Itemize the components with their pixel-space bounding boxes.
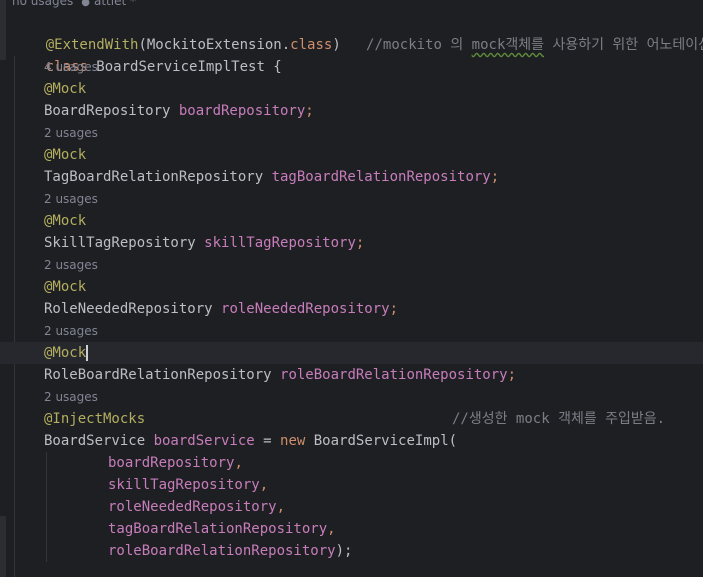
- code-line-field[interactable]: TagBoardRelationRepository tagBoardRelat…: [44, 166, 499, 188]
- comment-typo-highlight: mock객체를: [471, 37, 545, 53]
- code-line-mock[interactable]: @Mock: [44, 144, 86, 166]
- keyword-new: new: [280, 433, 306, 449]
- field-name: boardService: [153, 433, 255, 449]
- comment-inject: //생성한 mock 객체를 주입받음.: [452, 411, 666, 427]
- field-type: BoardRepository: [44, 103, 179, 119]
- gutter-strip-bottom: [0, 516, 6, 577]
- indent-guide: [14, 56, 15, 577]
- code-line-mock[interactable]: @Mock: [44, 78, 86, 100]
- field-type: RoleBoardRelationRepository: [44, 367, 281, 383]
- semicolon: ;: [389, 301, 399, 317]
- semicolon: ;: [507, 367, 517, 383]
- code-line-service-field[interactable]: BoardService boardService = new BoardSer…: [44, 430, 457, 452]
- annotation-injectmocks: @InjectMocks: [44, 411, 146, 427]
- assign-operator: =: [254, 433, 281, 449]
- code-line-inject-comment[interactable]: //생성한 mock 객체를 주입받음.: [452, 408, 665, 430]
- annotation-mock: @Mock: [44, 213, 87, 229]
- code-line-arg-last[interactable]: roleBoardRelationRepository);: [108, 540, 352, 562]
- field-type: RoleNeededRepository: [44, 301, 222, 317]
- usages-hint[interactable]: 2 usages: [44, 320, 98, 342]
- semicolon: ;: [490, 169, 500, 185]
- code-line-mock-current[interactable]: @Mock: [44, 342, 89, 364]
- semicolon: ;: [305, 103, 314, 119]
- arg-name: roleNeededRepository: [108, 499, 277, 515]
- usages-hint-top[interactable]: no usages ● attiet *: [12, 0, 136, 12]
- annotation-mock: @Mock: [44, 279, 87, 295]
- usages-count: no usages: [12, 0, 74, 8]
- field-type: SkillTagRepository: [44, 235, 205, 251]
- code-line-arg[interactable]: roleNeededRepository,: [108, 496, 285, 518]
- arg-separator: ,: [259, 477, 269, 493]
- keyword-class-literal: class: [290, 37, 333, 53]
- code-line-arg[interactable]: tagBoardRelationRepository,: [108, 518, 336, 540]
- code-line-extendwith[interactable]: @ExtendWith(MockitoExtension.class) //mo…: [12, 12, 703, 53]
- usages-hint[interactable]: 2 usages: [44, 122, 98, 144]
- author-hint: attiet *: [93, 0, 136, 8]
- arg-name: boardRepository: [108, 455, 235, 471]
- usages-hint[interactable]: 2 usages: [44, 188, 98, 210]
- usages-hint[interactable]: 4 usages: [44, 56, 98, 78]
- code-line-injectmocks[interactable]: @InjectMocks: [44, 408, 145, 430]
- usages-hint[interactable]: 2 usages: [44, 254, 98, 276]
- code-line-mock[interactable]: @Mock: [44, 276, 86, 298]
- arg-separator: ,: [327, 521, 336, 537]
- code-line-field[interactable]: SkillTagRepository skillTagRepository;: [44, 232, 364, 254]
- field-name: tagBoardRelationRepository: [271, 169, 491, 185]
- comment-text-end: 사용하기 위한 어노테이션.: [544, 37, 703, 53]
- code-editor[interactable]: no usages ● attiet * @ExtendWith(MockitoEx…: [0, 0, 703, 577]
- annotation-mock: @Mock: [44, 81, 87, 97]
- gutter-strip-top: [0, 0, 6, 60]
- annotation-mock: @Mock: [44, 147, 87, 163]
- text-caret: [86, 345, 89, 361]
- comment-text: //mockito 의: [366, 37, 472, 53]
- arg-separator: ,: [276, 499, 286, 515]
- arg-name: tagBoardRelationRepository: [108, 521, 328, 537]
- class-name: BoardServiceImplTest {: [87, 59, 282, 75]
- field-name: roleBoardRelationRepository: [280, 367, 508, 383]
- usages-hint[interactable]: 2 usages: [44, 386, 98, 408]
- field-type: BoardService: [44, 433, 154, 449]
- code-line-field[interactable]: BoardRepository boardRepository;: [44, 100, 314, 122]
- constructor-call: BoardServiceImpl(: [305, 433, 458, 449]
- code-line-field[interactable]: RoleBoardRelationRepository roleBoardRel…: [44, 364, 516, 386]
- paren-close: ): [332, 37, 341, 53]
- code-line-class[interactable]: class BoardServiceImplTest {: [12, 34, 282, 75]
- code-line-arg[interactable]: skillTagRepository,: [108, 474, 268, 496]
- field-type: TagBoardRelationRepository: [44, 169, 272, 185]
- arg-separator: ,: [234, 455, 243, 471]
- code-line-arg[interactable]: boardRepository,: [108, 452, 243, 474]
- field-name: roleNeededRepository: [221, 301, 390, 317]
- arg-closing: );: [335, 543, 353, 559]
- code-line-field[interactable]: RoleNeededRepository roleNeededRepositor…: [44, 298, 398, 320]
- current-line-highlight: [0, 342, 703, 364]
- arg-name: roleBoardRelationRepository: [108, 543, 336, 559]
- annotation-mock: @Mock: [44, 345, 87, 361]
- indent-guide-inner: [46, 452, 47, 562]
- code-line-mock[interactable]: @Mock: [44, 210, 86, 232]
- field-name: skillTagRepository: [204, 235, 356, 251]
- arg-name: skillTagRepository: [108, 477, 260, 493]
- field-name: boardRepository: [178, 103, 306, 119]
- semicolon: ;: [355, 235, 365, 251]
